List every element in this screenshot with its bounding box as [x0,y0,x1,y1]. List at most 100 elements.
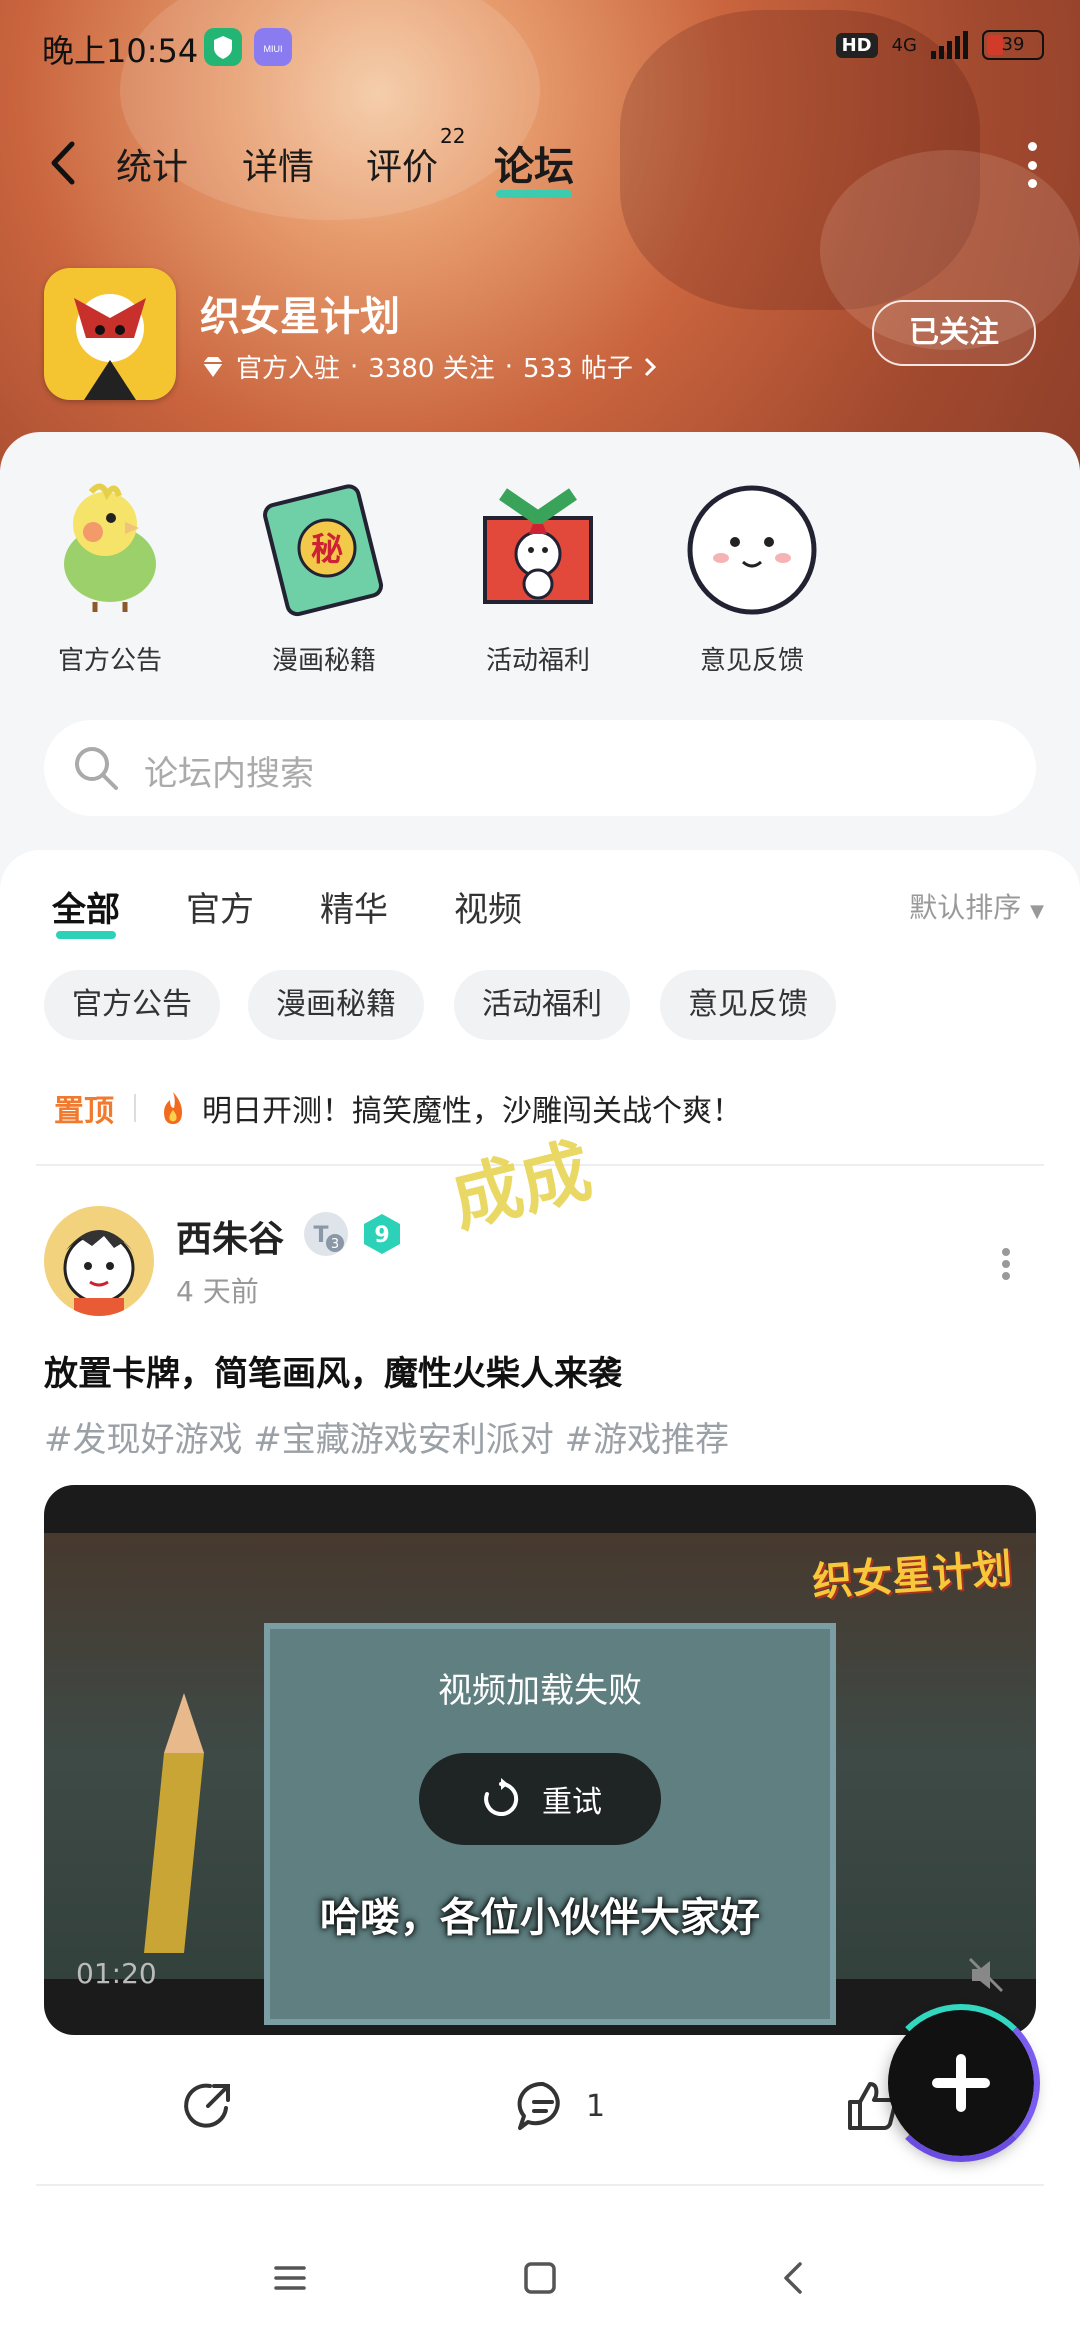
game-meta: 官方入驻 · 3380 关注 · 533 帖子 [200,348,657,385]
svg-text:3: 3 [331,1237,339,1252]
post-author[interactable]: 西朱谷 [176,1210,284,1262]
meta-separator: · [350,351,359,382]
comment-icon [517,2081,560,2130]
pinned-tag: 置顶 [54,1094,114,1129]
feed-tab-official[interactable]: 官方 [186,882,254,931]
hd-indicator: HD [835,32,878,58]
feedback-face-icon [687,485,817,615]
miui-app-icon: MIUI [254,28,292,66]
gift-box-icon [483,488,593,604]
game-header-banner: 晚上10:54 MIUI HD 4G 39 统计 详情 评价 22 论坛 织女星… [0,0,1080,470]
feed-tab-label: 全部 [52,890,120,930]
diamond-icon [203,356,223,377]
filter-chip[interactable]: 活动福利 [454,970,630,1040]
mute-icon[interactable] [966,1955,1006,1995]
share-button[interactable] [180,2078,236,2134]
retry-button[interactable]: 重试 [419,1753,661,1845]
back-arrow-icon [51,141,75,185]
rank-badge-icon: 9 [360,1212,404,1256]
plus-icon [956,2054,966,2112]
video-subtitle: 哈喽，各位小伙伴大家好 [320,1895,760,1941]
recent-apps-icon[interactable] [270,2258,310,2298]
filter-chip[interactable]: 漫画秘籍 [248,970,424,1040]
system-navigation-bar [0,2210,1080,2340]
category-label: 官方公告 [57,646,162,676]
category-label: 活动福利 [485,646,590,676]
tab-active-indicator [56,931,116,939]
svg-text:MIUI: MIUI [264,44,283,54]
meta-separator: · [504,351,513,382]
game-name: 织女星计划 [200,294,400,340]
home-icon[interactable] [520,2258,560,2298]
category-feedback[interactable]: 意见反馈 [662,472,842,677]
top-navigation: 统计 详情 评价 22 论坛 [0,120,1080,210]
pinned-post[interactable]: 置顶 明日开测！搞笑魔性，沙雕闯关战个爽！ [54,1086,742,1130]
signal-icon [931,31,968,59]
avatar[interactable] [44,1206,154,1316]
pinned-separator [134,1094,136,1122]
network-type: 4G [891,34,917,56]
pinned-text: 明日开测！搞笑魔性，沙雕闯关战个爽！ [202,1094,742,1129]
filter-chip[interactable]: 意见反馈 [660,970,836,1040]
plus-icon [932,2078,990,2088]
refresh-icon [484,1778,519,1816]
category-event-rewards[interactable]: 活动福利 [448,472,628,677]
status-bar: 晚上10:54 MIUI HD 4G 39 [0,0,1080,96]
tab-forum-label: 论坛 [494,144,574,190]
follow-button[interactable]: 已关注 [872,300,1036,366]
official-label: 官方入驻 [236,354,341,384]
reviews-count: 22 [440,124,466,148]
category-announcement[interactable]: 官方公告 [20,472,200,677]
post-tags[interactable]: #发现好游戏 #宝藏游戏安利派对 #游戏推荐 [44,1412,729,1461]
parrot-icon [64,483,156,612]
fire-icon [164,1092,182,1124]
post-time: 4 天前 [176,1275,259,1308]
tab-active-indicator [496,190,572,198]
video-error-message: 视频加载失败 [438,1671,642,1711]
sort-dropdown[interactable]: 默认排序 ▼ [909,886,1044,926]
feed-tab-video[interactable]: 视频 [454,882,522,931]
share-icon [184,2083,230,2128]
category-comic-guide[interactable]: 秘 漫画秘籍 [234,472,414,677]
security-app-icon [204,28,242,66]
search-icon [75,747,118,790]
status-time: 晚上10:54 [42,32,199,70]
posts-count[interactable]: 533 帖子 [523,348,633,385]
search-placeholder: 论坛内搜索 [144,754,314,794]
comment-count: 1 [586,2088,606,2124]
svg-text:秘: 秘 [311,530,343,568]
retry-label: 重试 [542,1785,602,1820]
status-right-group: HD 4G 39 [835,30,1044,60]
back-button[interactable] [44,138,84,188]
filter-chip[interactable]: 官方公告 [44,970,220,1040]
svg-text:9: 9 [374,1223,389,1248]
category-label: 意见反馈 [699,646,804,676]
watermark-text: 成成 [443,1129,600,1243]
followers-count: 3380 关注 [368,354,495,384]
chevron-right-icon [644,357,657,376]
comment-button[interactable]: 1 [514,2078,605,2134]
video-duration: 01:20 [76,1957,157,1990]
feed-tab-featured[interactable]: 精华 [320,882,388,931]
level-badge-icon: T 3 [304,1212,348,1256]
divider [36,2184,1044,2186]
forum-search-input[interactable]: 论坛内搜索 [44,720,1036,816]
back-icon[interactable] [774,2258,814,2298]
secret-book-icon: 秘 [263,484,384,617]
caret-down-icon: ▼ [1030,901,1044,922]
post-title[interactable]: 放置卡牌，简笔画风，魔性火柴人来袭 [44,1346,622,1395]
video-player[interactable]: 织女星计划 视频加载失败 重试 哈喽，各位小伙伴大家好 01:20 [44,1485,1036,2035]
battery-level: 39 [1001,34,1025,55]
more-options-button[interactable] [1026,142,1038,188]
feed-tab-all[interactable]: 全部 [52,882,120,939]
game-icon [44,268,176,400]
tab-reviews[interactable]: 评价 [366,138,438,190]
sort-label: 默认排序 [909,891,1022,924]
category-label: 漫画秘籍 [271,646,376,676]
tab-forum[interactable]: 论坛 [494,134,574,198]
tab-statistics[interactable]: 统计 [116,138,188,190]
post-more-button[interactable] [1002,1248,1012,1280]
tab-details[interactable]: 详情 [242,138,314,190]
create-post-button[interactable] [882,2004,1040,2162]
battery-icon: 39 [982,30,1044,60]
